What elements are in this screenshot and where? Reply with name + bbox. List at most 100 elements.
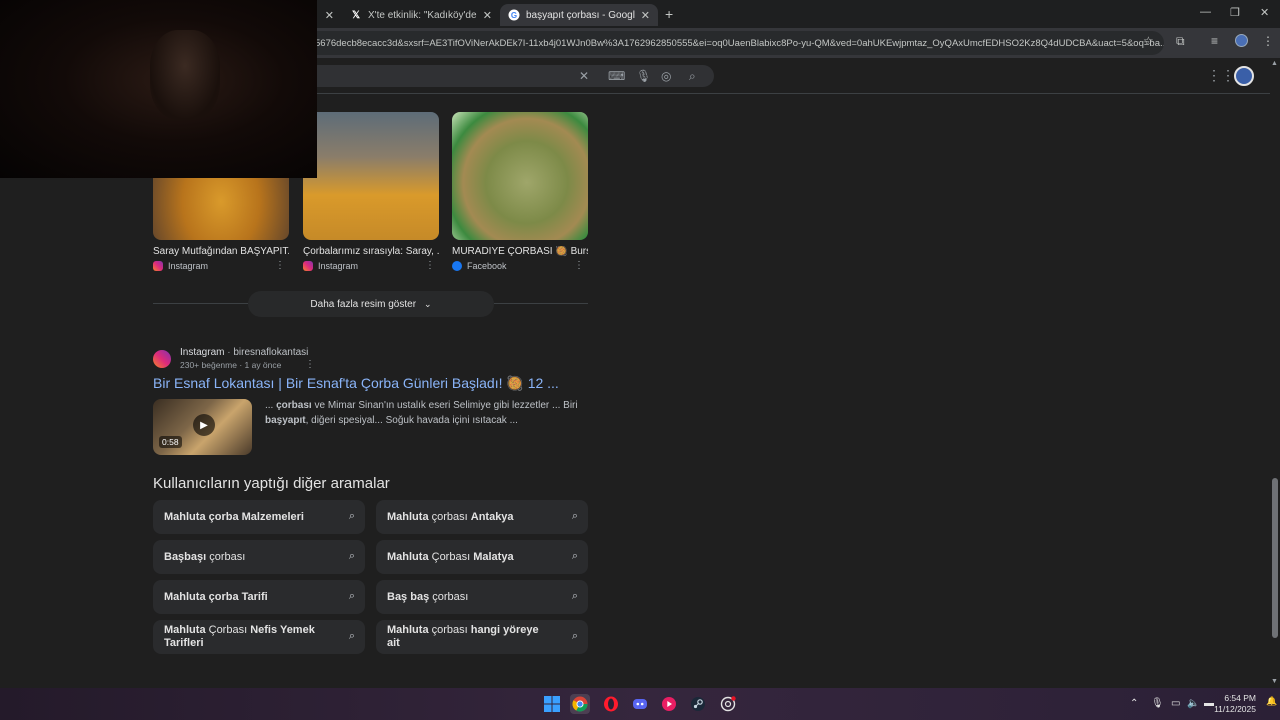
minimize-icon[interactable]: — (1200, 6, 1211, 18)
system-clock[interactable]: 6:54 PM 11/12/2025 (1214, 693, 1256, 715)
image-source: Instagram (318, 261, 359, 271)
search-icon: ⌕ (571, 590, 578, 602)
result-handle: biresnaflokantasi (233, 347, 309, 358)
discord-icon[interactable] (630, 694, 650, 714)
microphone-tray-icon[interactable]: 🎙 (1151, 698, 1164, 709)
media-player-icon[interactable] (659, 694, 679, 714)
result-meta: 230+ beğenme · 1 ay önce (180, 360, 282, 370)
tab-google[interactable]: G başyapıt çorbası - Google'da Ar ✕ (500, 4, 658, 26)
webcam-face (150, 30, 220, 120)
result-title-link[interactable]: Bir Esnaf Lokantası | Bir Esnaf'ta Çorba… (153, 375, 559, 392)
media-control-icon[interactable]: ≡ (1211, 34, 1218, 48)
more-options-icon[interactable]: ⋮ (275, 260, 285, 271)
tab-x[interactable]: 𝕏 X'te etkinlik: "Kadıköy'de 41 fa ✕ (342, 4, 500, 26)
search-icon: ⌕ (571, 510, 578, 522)
search-icon: ⌕ (348, 630, 355, 642)
clock-time: 6:54 PM (1224, 693, 1256, 703)
search-icon: ⌕ (571, 550, 578, 562)
clear-search-icon[interactable]: ✕ (579, 69, 589, 83)
extensions-icon[interactable]: ⧉ (1176, 34, 1185, 49)
tray-overflow-icon[interactable]: ⌃ (1130, 698, 1138, 709)
notification-bell-icon[interactable]: 🔔 (1266, 696, 1277, 707)
close-icon[interactable]: ✕ (641, 9, 650, 22)
related-search-chip[interactable]: Mahluta çorbası Antakya ⌕ (376, 500, 588, 534)
bookmark-star-icon[interactable]: ☆ (1143, 34, 1154, 48)
account-avatar[interactable] (1234, 66, 1254, 86)
windows-start-icon[interactable] (542, 694, 562, 714)
opera-icon[interactable] (601, 694, 621, 714)
more-options-icon[interactable]: ⋮ (574, 260, 584, 271)
search-icon: ⌕ (348, 550, 355, 562)
related-search-chip[interactable]: Baş baş çorbası ⌕ (376, 580, 588, 614)
scroll-up-icon[interactable]: ▲ (1271, 60, 1278, 67)
battery-icon[interactable]: ▬ (1204, 698, 1214, 709)
keyboard-icon[interactable]: ⌨ (608, 69, 625, 83)
soup-image[interactable] (452, 112, 588, 240)
video-thumbnail[interactable]: ▶ 0:58 (153, 399, 252, 455)
close-icon[interactable]: ✕ (483, 9, 492, 22)
search-icon[interactable]: ⌕ (689, 69, 696, 84)
divider (494, 303, 588, 304)
related-search-chip[interactable]: Mahluta Çorbası Nefis Yemek Tarifleri ⌕ (153, 620, 365, 654)
more-images-button[interactable]: Daha fazla resim göster ⌄ (248, 291, 494, 317)
play-icon[interactable]: ▶ (193, 414, 215, 436)
apps-grid-icon[interactable]: ⋮⋮ (1207, 67, 1235, 84)
app-icon[interactable] (718, 694, 738, 714)
related-search-chip[interactable]: Mahluta çorba Tarifi ⌕ (153, 580, 365, 614)
related-search-chip[interactable]: Başbaşı çorbası ⌕ (153, 540, 365, 574)
menu-dots-icon[interactable]: ⋮ (1262, 34, 1274, 48)
webcam-overlay (0, 0, 317, 178)
related-searches-heading: Kullanıcıların yaptığı diğer aramalar (153, 475, 390, 492)
scroll-down-icon[interactable]: ▼ (1271, 678, 1278, 685)
search-icon: ⌕ (348, 590, 355, 602)
x-logo-icon: 𝕏 (351, 9, 361, 21)
microphone-icon[interactable]: 🎙 (636, 69, 651, 83)
soup-image[interactable] (303, 112, 439, 240)
snippet-bold: başyapıt (265, 415, 306, 426)
chrome-icon[interactable] (570, 694, 590, 714)
instagram-icon (153, 261, 163, 271)
chevron-down-icon: ⌄ (424, 298, 432, 309)
profile-avatar-icon[interactable] (1235, 34, 1248, 47)
clock-date: 11/12/2025 (1214, 704, 1256, 714)
image-source: Facebook (467, 261, 507, 271)
result-snippet: ... çorbası ve Mimar Sinan'ın ustalık es… (265, 400, 578, 426)
facebook-icon (452, 261, 462, 271)
url-text: 5676decb8ecacc3d&sxsrf=AE3TifOViNerAkDEk… (315, 37, 1164, 49)
image-result-card[interactable]: Çorbalarımız sırasıyla: Saray, ... Insta… (303, 112, 439, 271)
image-title[interactable]: Saray Mutfağından BAŞYAPIT... (153, 246, 289, 257)
related-search-chip[interactable]: Mahluta çorbası hangi yöreye ait ⌕ (376, 620, 588, 654)
result-site: Instagram (180, 347, 225, 358)
instagram-icon (153, 350, 171, 368)
image-result-card[interactable]: MURADİYE ÇORBASI 🥘 Burs... Facebook ⋮ (452, 112, 588, 271)
more-images-label: Daha fazla resim göster (310, 298, 417, 310)
restore-icon[interactable]: ❐ (1230, 6, 1240, 19)
scrollbar-thumb[interactable] (1272, 478, 1278, 638)
tab-title: başyapıt çorbası - Google'da Ar (526, 9, 635, 21)
instagram-icon (303, 261, 313, 271)
related-search-chip[interactable]: Mahluta Çorbası Malatya ⌕ (376, 540, 588, 574)
network-icon[interactable]: ▭ (1171, 698, 1180, 709)
divider (153, 303, 248, 304)
search-icon: ⌕ (571, 630, 578, 642)
image-title[interactable]: Çorbalarımız sırasıyla: Saray, ... (303, 246, 439, 257)
address-bar[interactable]: 5676decb8ecacc3d&sxsrf=AE3TifOViNerAkDEk… (300, 31, 1164, 55)
related-search-chip[interactable]: Mahluta çorba Malzemeleri ⌕ (153, 500, 365, 534)
lens-icon[interactable]: ◎ (661, 69, 671, 83)
image-title[interactable]: MURADİYE ÇORBASI 🥘 Burs... (452, 246, 588, 257)
search-icon: ⌕ (348, 510, 355, 522)
video-duration: 0:58 (159, 436, 182, 448)
steam-icon[interactable] (688, 694, 708, 714)
volume-icon[interactable]: 🔈 (1187, 698, 1199, 709)
more-options-icon[interactable]: ⋮ (425, 260, 435, 271)
more-options-icon[interactable]: ⋮ (305, 359, 315, 370)
search-input[interactable] (300, 65, 714, 87)
svg-text:G: G (511, 11, 517, 20)
close-window-icon[interactable]: ✕ (1260, 6, 1269, 19)
tab-title: X'te etkinlik: "Kadıköy'de 41 fa (368, 9, 477, 21)
image-source: Instagram (168, 261, 209, 271)
snippet-bold: çorbası (276, 400, 312, 411)
new-tab-icon[interactable]: + (665, 6, 673, 22)
google-logo-icon: G (508, 9, 520, 21)
close-icon[interactable]: ✕ (325, 9, 334, 22)
